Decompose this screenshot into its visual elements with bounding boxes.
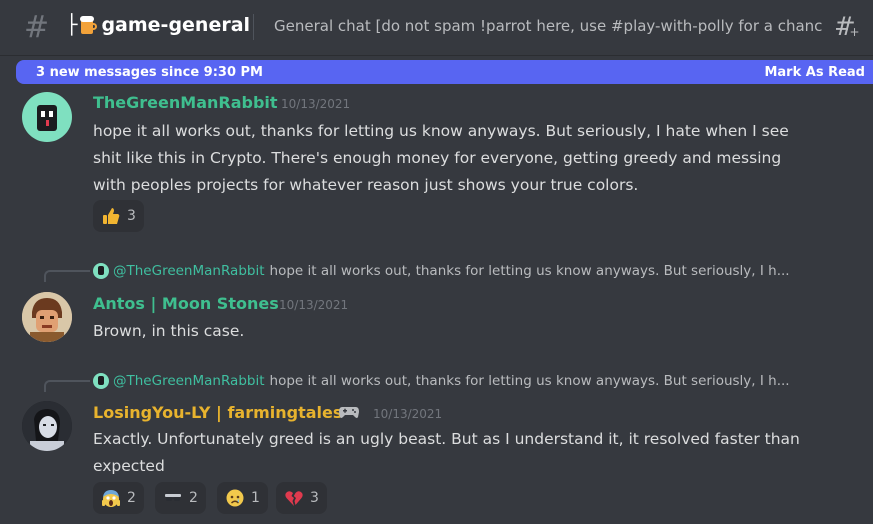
reaction-crying-face[interactable]: 1 xyxy=(217,482,268,514)
channel-prefix: ├ xyxy=(66,14,78,36)
channel-title: ├ game-general xyxy=(66,14,250,36)
reply-avatar xyxy=(93,373,109,389)
message-content: hope it all works out, thanks for lettin… xyxy=(93,118,789,199)
message-timestamp: 10/13/2021 xyxy=(281,97,351,111)
message-line: hope it all works out, thanks for lettin… xyxy=(93,122,789,140)
controller-icon xyxy=(338,404,360,424)
channel-topic[interactable]: General chat [do not spam !parrot here, … xyxy=(274,17,824,35)
avatar[interactable] xyxy=(22,401,72,451)
message-author[interactable]: TheGreenManRabbit xyxy=(93,93,278,112)
reply-mention[interactable]: @TheGreenManRabbit xyxy=(113,263,265,279)
message-line: shit like this in Crypto. There's enough… xyxy=(93,149,782,167)
reply-preview: hope it all works out, thanks for lettin… xyxy=(269,373,790,389)
mark-as-read-button[interactable]: Mark As Read xyxy=(764,65,865,80)
reaction-broken-heart[interactable]: 3 xyxy=(276,482,327,514)
thumbs-up-icon xyxy=(101,206,121,226)
reaction-count: 2 xyxy=(127,490,136,506)
avatar[interactable] xyxy=(22,92,72,142)
channel-name: game-general xyxy=(101,14,251,36)
new-messages-bar[interactable]: 3 new messages since 9:30 PM Mark As Rea… xyxy=(16,60,873,84)
message-line: with peoples projects for whatever reaso… xyxy=(93,176,639,194)
reaction-scream[interactable]: 2 xyxy=(93,482,144,514)
scream-icon xyxy=(101,488,121,508)
reaction-count: 1 xyxy=(251,490,260,506)
hash-icon: # xyxy=(24,10,50,45)
message-timestamp: 10/13/2021 xyxy=(279,298,349,312)
reaction-thumbs-up[interactable]: 3 xyxy=(93,200,144,232)
threads-icon[interactable]: # + xyxy=(834,12,861,42)
message-line: Brown, in this case. xyxy=(93,322,245,340)
crying-face-icon xyxy=(225,488,245,508)
message-line: Exactly. Unfortunately greed is an ugly … xyxy=(93,430,800,448)
message-line: expected xyxy=(93,457,165,475)
reply-preview: hope it all works out, thanks for lettin… xyxy=(269,263,790,279)
reply-reference[interactable]: @TheGreenManRabbit hope it all works out… xyxy=(93,373,790,389)
message-author[interactable]: LosingYou-LY | farmingtales xyxy=(93,403,342,422)
new-messages-label: 3 new messages since 9:30 PM xyxy=(36,64,263,80)
message-author[interactable]: Antos | Moon Stones xyxy=(93,294,279,313)
message-content: Exactly. Unfortunately greed is an ugly … xyxy=(93,426,800,480)
reaction-sunglasses[interactable]: 2 xyxy=(155,482,206,514)
reply-avatar xyxy=(93,263,109,279)
reaction-count: 2 xyxy=(189,490,198,506)
reply-connector xyxy=(44,380,90,392)
header-divider xyxy=(253,14,254,40)
reply-reference[interactable]: @TheGreenManRabbit hope it all works out… xyxy=(93,263,790,279)
reaction-count: 3 xyxy=(310,490,319,506)
beer-mug-icon xyxy=(80,15,98,35)
reply-mention[interactable]: @TheGreenManRabbit xyxy=(113,373,265,389)
reply-connector xyxy=(44,270,90,282)
sunglasses-icon xyxy=(163,488,183,508)
reaction-count: 3 xyxy=(127,208,136,224)
avatar[interactable] xyxy=(22,292,72,342)
message-content: Brown, in this case. xyxy=(93,318,244,345)
broken-heart-icon xyxy=(284,488,304,508)
message-timestamp: 10/13/2021 xyxy=(373,407,443,421)
channel-header: # ├ game-general General chat [do not sp… xyxy=(0,0,873,56)
